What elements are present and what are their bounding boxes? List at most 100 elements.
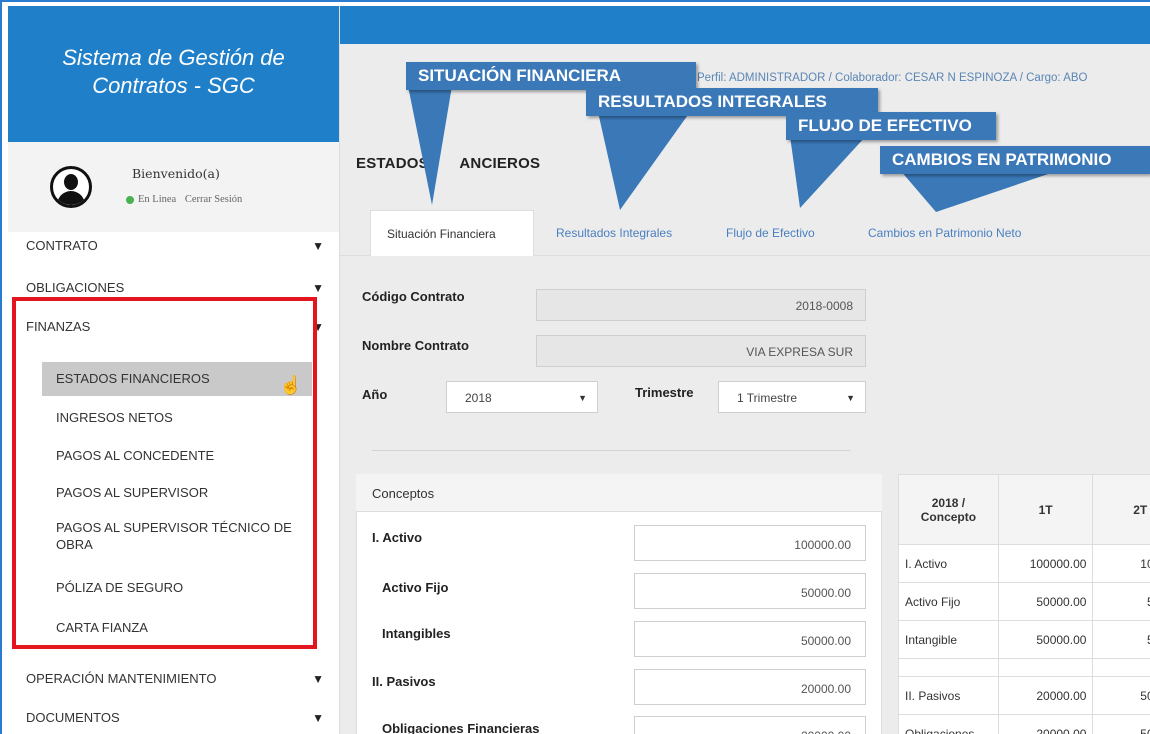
submenu-ingresos-netos[interactable]: INGRESOS NETOS <box>42 401 322 435</box>
submenu-label: PAGOS AL SUPERVISOR TÉCNICO DE <box>56 520 292 535</box>
tab-cambios-patrimonio[interactable]: Cambios en Patrimonio Neto <box>852 210 1037 256</box>
codigo-contrato-label: Código Contrato <box>362 289 465 304</box>
sidebar-item-documentos[interactable]: DOCUMENTOS ▼ <box>8 705 340 731</box>
submenu-carta-fianza[interactable]: CARTA FIANZA <box>42 611 322 645</box>
callout-situacion-financiera: SITUACIÓN FINANCIERA <box>406 62 696 90</box>
caret-down-icon: ▼ <box>312 239 324 253</box>
online-status-icon <box>126 195 134 204</box>
table-cell: Activo Fijo <box>898 582 999 621</box>
submenu-poliza-seguro[interactable]: PÓLIZA DE SEGURO <box>42 571 322 605</box>
summary-table: 2018 / Concepto 1T 2T I. Activo 100000.0… <box>898 474 1150 734</box>
submenu-label: PAGOS AL SUPERVISOR <box>56 485 209 500</box>
table-row: II. Pasivos 20000.00 50000.( <box>898 676 1150 715</box>
tab-resultados-integrales[interactable]: Resultados Integrales <box>540 210 688 256</box>
table-row: Obligaciones 20000.00 50000.( <box>898 714 1150 734</box>
table-row <box>898 658 1150 677</box>
table-cell: 20000.00 <box>997 714 1094 734</box>
sidebar-item-operacion-mantenimiento[interactable]: OPERACIÓN MANTENIMIENTO ▼ <box>8 666 340 692</box>
status-line: En Linea Cerrar Sesión <box>126 194 242 205</box>
app-title-line1: Sistema de Gestión de <box>62 45 285 70</box>
sidebar-item-label: OPERACIÓN MANTENIMIENTO <box>26 671 217 686</box>
page-title-left: ESTADOS <box>356 155 429 172</box>
table-cell: 5000.( <box>1092 620 1150 659</box>
nombre-contrato-label: Nombre Contrato <box>362 338 469 353</box>
sidebar-item-label: OBLIGACIONES <box>26 280 125 295</box>
sidebar-item-label: DOCUMENTOS <box>26 710 120 725</box>
profile-info: Perfil: ADMINISTRADOR / Colaborador: CES… <box>697 72 1088 84</box>
concepto-activo-label: I. Activo <box>372 530 423 545</box>
conceptos-header: Conceptos <box>356 474 882 512</box>
concepto-obligaciones-label: Obligaciones Financieras <box>382 721 540 734</box>
concepto-activo-fijo-label: Activo Fijo <box>382 580 449 595</box>
concepto-activo-input[interactable]: 100000.00 <box>634 525 866 561</box>
submenu-pagos-concedente[interactable]: PAGOS AL CONCEDENTE <box>42 439 322 473</box>
submenu-label: INGRESOS NETOS <box>56 410 173 425</box>
submenu-pagos-supervisor-tecnico[interactable]: PAGOS AL SUPERVISOR TÉCNICO DE OBRA <box>42 518 322 558</box>
dropdown-arrow-icon: ▼ <box>846 393 855 403</box>
submenu-label: CARTA FIANZA <box>56 620 148 635</box>
submenu-estados-financieros[interactable]: ESTADOS FINANCIEROS ☝ <box>42 362 312 396</box>
table-row: I. Activo 100000.00 10000.( <box>898 544 1150 583</box>
submenu-pagos-supervisor[interactable]: PAGOS AL SUPERVISOR <box>42 476 322 510</box>
table-cell <box>1092 658 1150 677</box>
user-panel: Bienvenido(a) En Linea Cerrar Sesión <box>8 142 339 232</box>
concepto-intangibles-input[interactable]: 50000.00 <box>634 621 866 657</box>
tab-flujo-efectivo[interactable]: Flujo de Efectivo <box>710 210 831 256</box>
table-cell: 5000.( <box>1092 582 1150 621</box>
concepto-activo-fijo-input[interactable]: 50000.00 <box>634 573 866 609</box>
trimestre-label: Trimestre <box>635 385 694 400</box>
table-cell: 100000.00 <box>997 544 1094 583</box>
table-cell: Obligaciones <box>898 714 999 734</box>
trimestre-select[interactable]: 1 Trimestre ▼ <box>718 381 866 413</box>
anio-label: Año <box>362 387 388 402</box>
table-cell <box>997 658 1094 677</box>
submenu-label: PÓLIZA DE SEGURO <box>56 580 184 595</box>
callout-flujo-efectivo: FLUJO DE EFECTIVO <box>786 112 996 140</box>
anio-select[interactable]: 2018 ▼ <box>446 381 598 413</box>
caret-down-icon: ▼ <box>312 711 324 725</box>
avatar <box>50 166 92 208</box>
column-header-concepto: 2018 / Concepto <box>898 474 999 545</box>
table-cell: 50000.00 <box>997 620 1094 659</box>
logout-link[interactable]: Cerrar Sesión <box>185 194 242 205</box>
concepto-intangibles-label: Intangibles <box>382 626 451 641</box>
submenu-label: PAGOS AL CONCEDENTE <box>56 448 215 463</box>
table-cell: 20000.00 <box>997 676 1094 715</box>
welcome-text: Bienvenido(a) <box>132 166 220 181</box>
table-cell: 50000.( <box>1092 676 1150 715</box>
concepto-obligaciones-input[interactable]: 20000.00 <box>634 716 866 734</box>
codigo-contrato-field: 2018-0008 <box>536 289 866 321</box>
page-title: ESTADOS ANCIEROS <box>356 155 540 172</box>
caret-down-icon: ▼ <box>312 672 324 686</box>
submenu-label: ESTADOS FINANCIEROS <box>56 371 210 386</box>
concepto-pasivos-label: II. Pasivos <box>372 674 436 689</box>
divider <box>372 450 850 451</box>
header-year: 2018 / <box>931 495 966 510</box>
table-cell: 50000.00 <box>997 582 1094 621</box>
table-cell: I. Activo <box>898 544 999 583</box>
table-row: Intangible 50000.00 5000.( <box>898 620 1150 659</box>
sidebar-item-label: CONTRATO <box>26 238 98 253</box>
page-title-right: ANCIEROS <box>459 155 541 172</box>
table-cell: 50000.( <box>1092 714 1150 734</box>
status-text: En Linea <box>138 194 177 205</box>
app-brand: Sistema de Gestión de Contratos - SGC <box>8 6 339 142</box>
table-cell: Intangible <box>898 620 999 659</box>
top-navbar <box>340 6 1150 44</box>
table-header-row: 2018 / Concepto 1T 2T <box>898 474 1150 545</box>
table-cell: II. Pasivos <box>898 676 999 715</box>
callout-cambios-patrimonio: CAMBIOS EN PATRIMONIO <box>880 146 1150 174</box>
app-title-line2: Contratos - SGC <box>92 73 255 98</box>
sidebar-item-contrato[interactable]: CONTRATO ▼ <box>8 233 340 259</box>
table-cell <box>898 658 999 677</box>
column-header-1t: 1T <box>997 474 1094 545</box>
nombre-contrato-field: VIA EXPRESA SUR <box>536 335 866 367</box>
summary-table-container: 2018 / Concepto 1T 2T I. Activo 100000.0… <box>898 474 1150 734</box>
dropdown-arrow-icon: ▼ <box>578 393 587 403</box>
hand-pointer-icon: ☝ <box>279 375 302 395</box>
table-row: Activo Fijo 50000.00 5000.( <box>898 582 1150 621</box>
tab-situacion-financiera[interactable]: Situación Financiera <box>370 210 534 256</box>
table-cell: 10000.( <box>1092 544 1150 583</box>
trimestre-value: 1 Trimestre <box>737 391 798 405</box>
concepto-pasivos-input[interactable]: 20000.00 <box>634 669 866 705</box>
